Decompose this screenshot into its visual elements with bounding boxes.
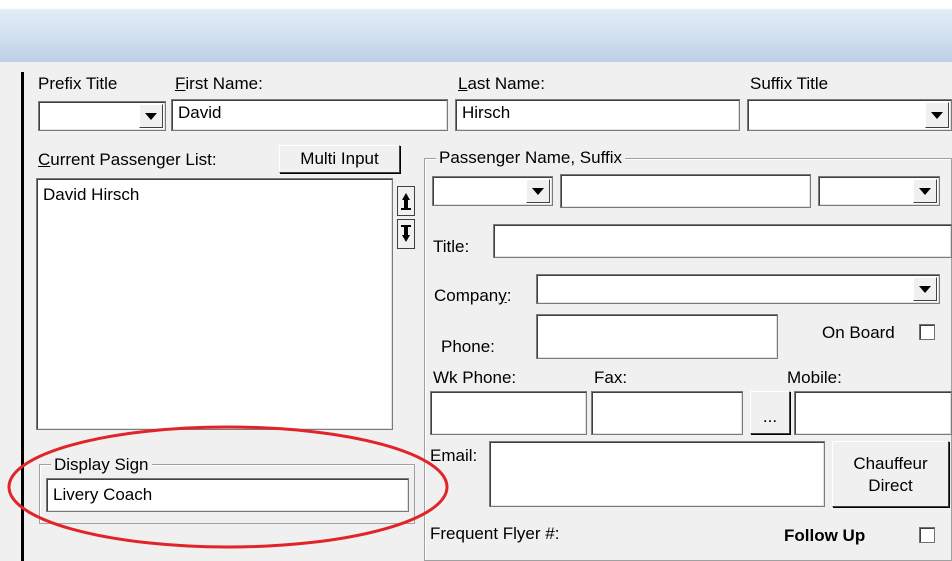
annotation-ellipse — [7, 425, 449, 549]
highlight-ellipse — [7, 425, 449, 549]
